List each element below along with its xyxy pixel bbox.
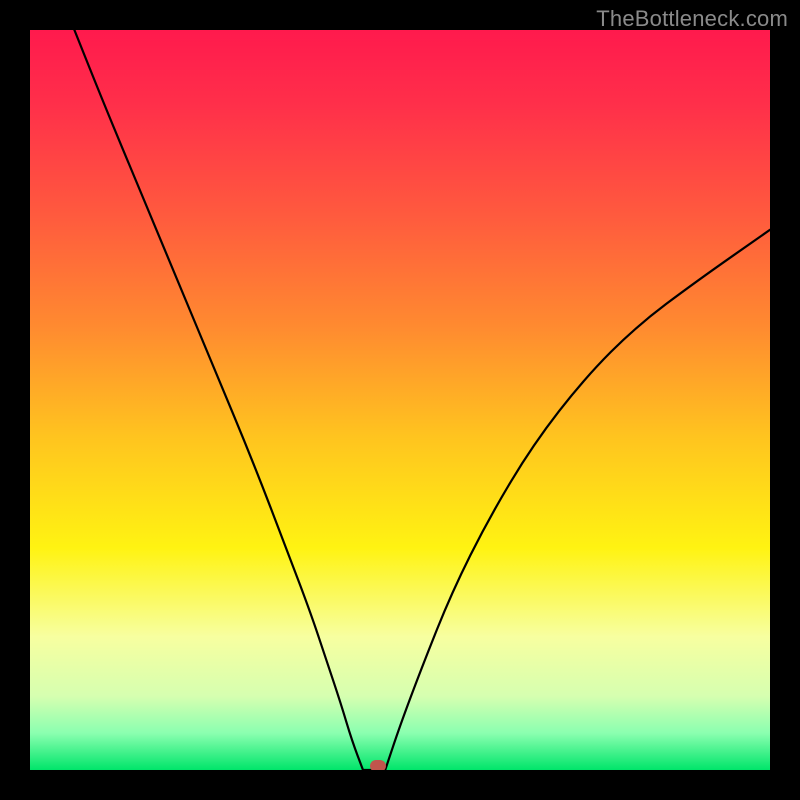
gradient-background [30, 30, 770, 770]
watermark-text: TheBottleneck.com [596, 6, 788, 32]
plot-area [30, 30, 770, 770]
chart-frame: TheBottleneck.com [0, 0, 800, 800]
chart-svg [30, 30, 770, 770]
optimal-point-marker [370, 760, 386, 770]
